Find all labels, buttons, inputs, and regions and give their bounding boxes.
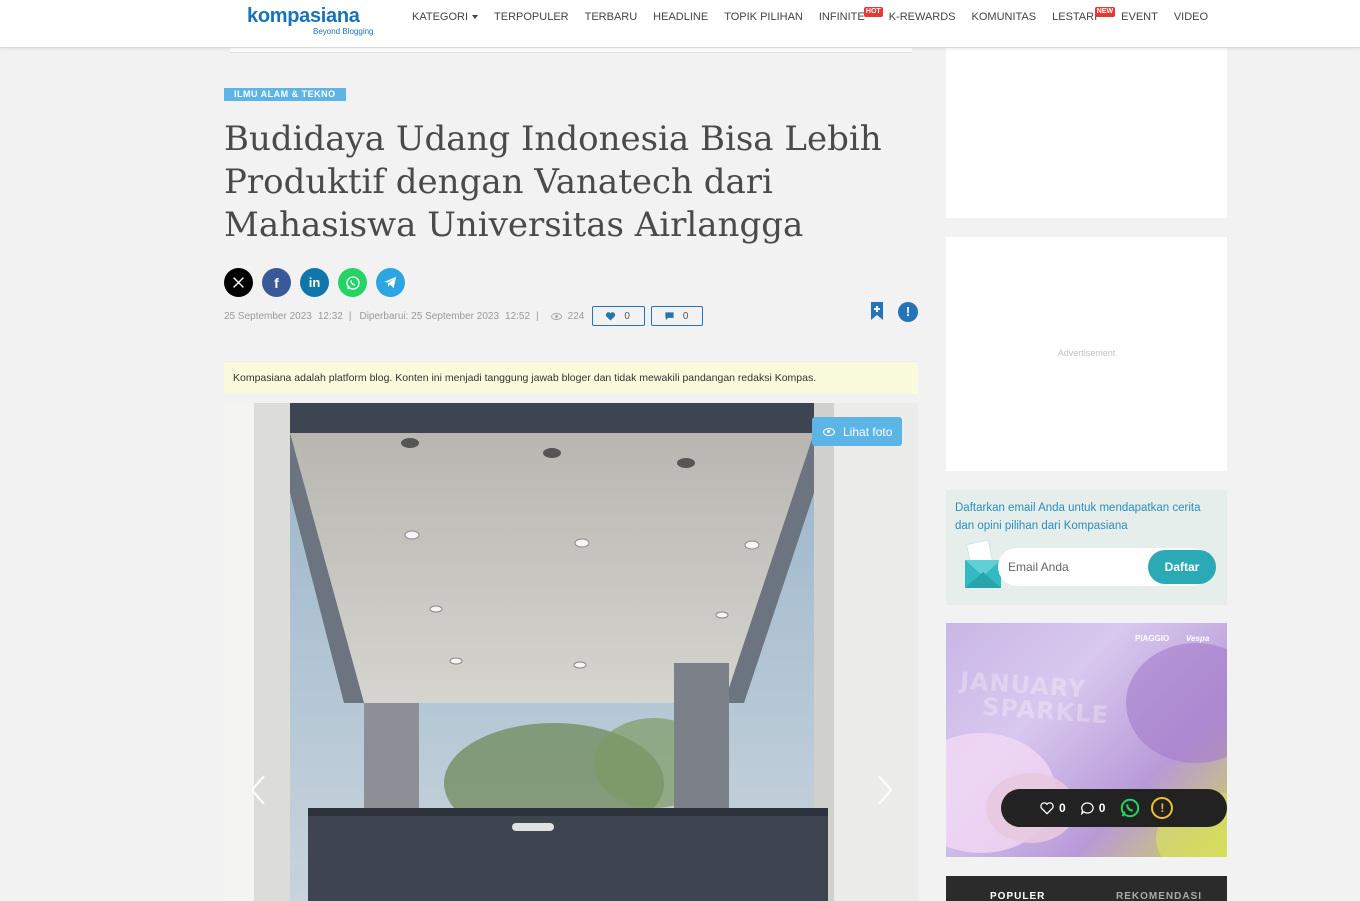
nav-label: EVENT [1121, 11, 1158, 23]
kompasiana-logo[interactable]: kompasiana Beyond Blogging [247, 5, 374, 36]
like-count: 0 [624, 310, 630, 322]
advertisement-label: Advertisement [1057, 348, 1116, 358]
promo-blob [1126, 643, 1227, 763]
nav-item-infinite[interactable]: INFINITE HOT [811, 7, 883, 23]
nav-item-event[interactable]: EVENT [1113, 11, 1166, 23]
floating-action-bar: 0 0 ! [1001, 789, 1227, 827]
subscribe-button[interactable]: Daftar [1148, 550, 1216, 584]
nav-item-headline[interactable]: HEADLINE [645, 11, 716, 23]
float-whatsapp-button[interactable] [1119, 797, 1141, 819]
updated-date: Diperbarui: 25 September 2023 [359, 310, 500, 322]
nav-item-komunitas[interactable]: KOMUNITAS [964, 11, 1045, 23]
comment-icon [665, 312, 674, 321]
float-like-button[interactable]: 0 [1039, 801, 1066, 815]
published-date: 25 September 2023 [224, 310, 312, 322]
nav-item-lestari[interactable]: LESTARI NEW [1044, 7, 1116, 23]
like-button[interactable]: 0 [592, 306, 645, 326]
promo-headline: SPARKLE [981, 692, 1110, 730]
top-navbar: kompasiana Beyond Blogging KATEGORI TERP… [0, 0, 1360, 48]
whatsapp-icon [345, 275, 360, 290]
share-buttons: f in [224, 268, 405, 297]
heart-outline-icon [1040, 802, 1054, 815]
envelope-icon [965, 539, 1001, 588]
chevron-right-icon[interactable] [875, 774, 895, 806]
published-time: 12:32 [317, 310, 343, 322]
nav-label: INFINITE [818, 11, 865, 23]
newsletter-form: Daftar [998, 548, 1216, 586]
linkedin-icon: in [308, 275, 321, 290]
updated-time: 12:52 [505, 310, 531, 322]
facebook-icon: f [274, 274, 279, 291]
article-meta: 25 September 2023 12:32 | Diperbarui: 25… [224, 306, 709, 326]
newsletter-box: Daftarkan email Anda untuk mendapatkan c… [946, 490, 1227, 605]
sidebar-ad: Advertisement [946, 237, 1227, 471]
comment-button[interactable]: 0 [650, 306, 704, 326]
whatsapp-icon [1121, 798, 1140, 818]
caret-down-icon [472, 15, 479, 20]
header-ad-strip [230, 48, 912, 53]
nav-item-terpopuler[interactable]: TERPOPULER [486, 11, 577, 23]
disclaimer-box: Kompasiana adalah platform blog. Konten … [224, 361, 918, 394]
float-comment-count: 0 [1098, 801, 1106, 815]
x-share-button[interactable] [224, 268, 253, 297]
chevron-left-icon[interactable] [248, 774, 268, 806]
nav-item-topik-pilihan[interactable]: TOPIK PILIHAN [716, 11, 811, 23]
nav-item-video[interactable]: VIDEO [1166, 11, 1216, 23]
separator: | [536, 310, 539, 322]
view-photo-button[interactable]: Lihat foto [812, 417, 903, 446]
nav-label: HEADLINE [653, 11, 709, 23]
comment-outline-icon [1080, 802, 1094, 815]
views-icon [550, 312, 562, 320]
heart-icon [606, 312, 616, 321]
separator: | [348, 310, 352, 322]
telegram-share-button[interactable] [376, 268, 405, 297]
nav-label: TERPOPULER [494, 11, 569, 23]
tab-populer[interactable]: POPULER [990, 891, 1045, 901]
float-like-count: 0 [1059, 801, 1066, 815]
nav-item-kategori[interactable]: KATEGORI [404, 11, 486, 23]
float-comment-button[interactable]: 0 [1080, 801, 1106, 815]
vespa-logo: Vespa [1186, 634, 1210, 643]
main-nav: KATEGORI TERPOPULER TERBARU HEADLINE TOP… [404, 7, 1216, 23]
sidebar-tabs: POPULER REKOMENDASI [946, 876, 1227, 901]
x-icon [233, 277, 244, 288]
sidebar-ad-top [946, 48, 1227, 218]
whatsapp-share-button[interactable] [338, 268, 367, 297]
nav-label: VIDEO [1173, 11, 1209, 23]
article-title: Budidaya Udang Indonesia Bisa Lebih Prod… [224, 119, 882, 245]
linkedin-share-button[interactable]: in [300, 268, 329, 297]
nav-label: TERBARU [584, 11, 638, 23]
nav-label: K-REWARDS [888, 11, 956, 23]
float-report-icon[interactable]: ! [1151, 797, 1174, 819]
nav-item-terbaru[interactable]: TERBARU [577, 11, 646, 23]
piaggio-logo: PIAGGIO [1135, 634, 1170, 643]
comment-count: 0 [682, 310, 689, 322]
nav-label: KOMUNITAS [971, 11, 1037, 23]
category-tag[interactable]: ILMU ALAM & TEKNO [224, 88, 346, 101]
article-photo[interactable]: Lihat foto [224, 403, 918, 901]
building-entrance-photo [224, 403, 918, 901]
email-input[interactable] [1008, 548, 1148, 586]
report-icon[interactable]: ! [898, 302, 918, 322]
facebook-share-button[interactable]: f [262, 268, 291, 297]
nav-label: TOPIK PILIHAN [724, 11, 803, 23]
view-count: 224 [567, 310, 585, 322]
nav-label: KATEGORI [412, 11, 469, 23]
new-badge: NEW [1094, 7, 1116, 17]
tab-rekomendasi[interactable]: REKOMENDASI [1116, 891, 1202, 901]
newsletter-text: Daftarkan email Anda untuk mendapatkan c… [955, 502, 1201, 532]
telegram-icon [384, 276, 397, 289]
logo-text: kompasiana [247, 5, 360, 27]
logo-tagline: Beyond Blogging [313, 27, 374, 36]
nav-item-k-rewards[interactable]: K-REWARDS [881, 11, 964, 23]
view-photo-label: Lihat foto [843, 424, 893, 439]
nav-label: LESTARI [1052, 11, 1098, 23]
eye-icon [823, 427, 835, 436]
bookmark-icon[interactable] [870, 302, 884, 320]
